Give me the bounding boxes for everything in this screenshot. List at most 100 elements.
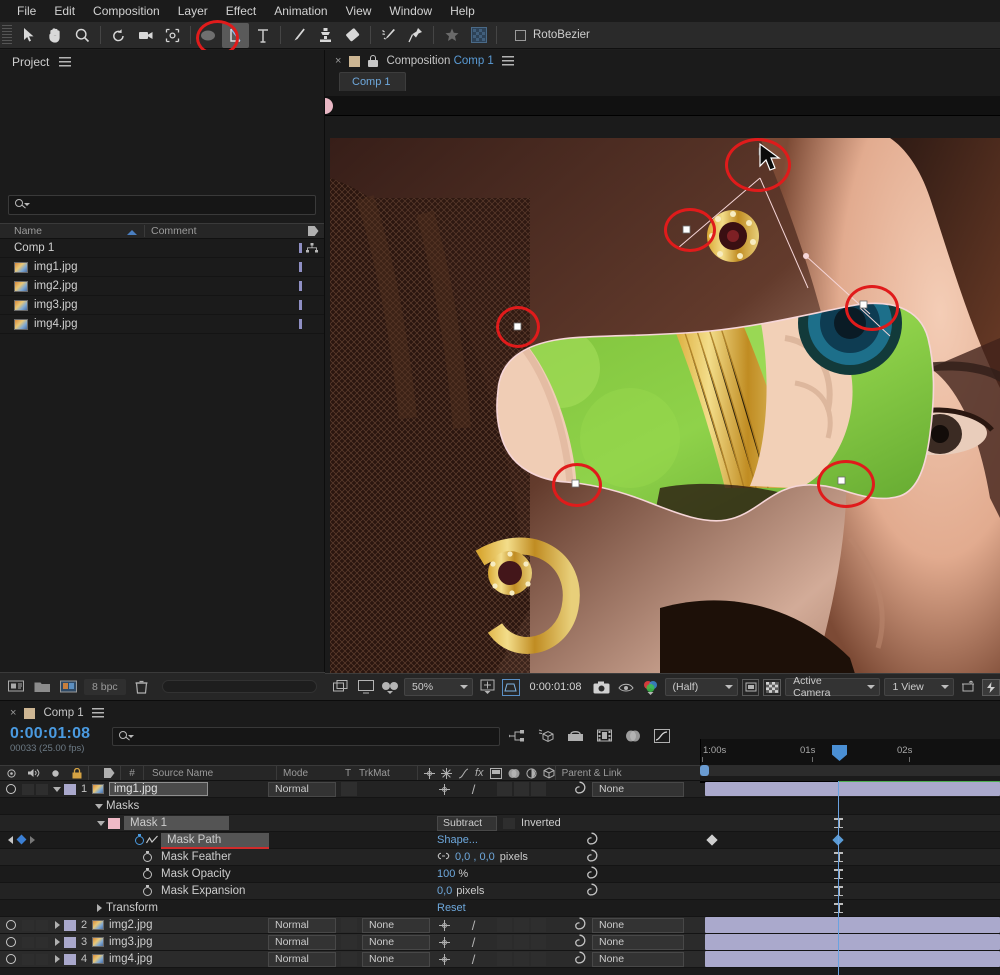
menu-item-layer[interactable]: Layer: [169, 0, 217, 22]
layer-track-matte-box[interactable]: [341, 782, 357, 796]
layer-label-color[interactable]: [64, 936, 76, 948]
layer-3-timeline-track[interactable]: [700, 934, 1000, 951]
toolbar-grip[interactable]: [2, 25, 12, 45]
list-item[interactable]: img4.jpg: [0, 315, 324, 334]
audio-toggle-box[interactable]: [22, 953, 34, 965]
3d-glasses-icon[interactable]: [380, 677, 400, 697]
rotobezier-checkbox[interactable]: [515, 29, 526, 41]
collapse-transformations-icon[interactable]: [437, 783, 452, 795]
bit-depth-label[interactable]: 8 bpc: [84, 678, 126, 695]
list-item[interactable]: Comp 1: [0, 100, 1000, 750]
roto-brush-tool[interactable]: [375, 23, 402, 48]
table-row[interactable]: 2 img2.jpg Normal None / None: [0, 917, 1000, 934]
column-header-label[interactable]: [302, 226, 324, 236]
previous-keyframe-arrow[interactable]: [8, 835, 13, 844]
collapse-transformations-icon[interactable]: [437, 919, 452, 931]
mask-mode-dropdown[interactable]: Subtract: [437, 815, 497, 831]
lock-icon[interactable]: [368, 55, 379, 67]
column-header-source-name[interactable]: Source Name: [144, 768, 276, 779]
video-toggle-icon[interactable]: [0, 954, 22, 964]
camera-tool[interactable]: [132, 23, 159, 48]
layer-blend-mode-dropdown[interactable]: Normal: [268, 917, 336, 933]
motion-blur-switch[interactable]: [514, 952, 529, 966]
layer-label-color[interactable]: [64, 783, 76, 795]
menu-item-edit[interactable]: Edit: [45, 0, 84, 22]
menu-item-window[interactable]: Window: [380, 0, 441, 22]
layer-track-matte-box[interactable]: [341, 935, 357, 949]
work-area-start-handle[interactable]: [700, 765, 709, 776]
layer-4-timeline-track[interactable]: [700, 951, 1000, 968]
quality-switch-icon[interactable]: /: [466, 918, 481, 933]
hide-shy-layers-icon[interactable]: [566, 727, 584, 745]
column-header-mode[interactable]: Mode: [277, 768, 339, 779]
mask-1-label[interactable]: Mask 1: [124, 816, 230, 830]
work-area-bar[interactable]: [700, 765, 1000, 776]
list-item[interactable]: img1.jpg: [0, 258, 324, 277]
close-icon[interactable]: ×: [10, 707, 16, 719]
mask-expansion-stopwatch-icon[interactable]: [142, 885, 153, 897]
layer-source-name[interactable]: img1.jpg: [92, 782, 209, 796]
adjustment-switch[interactable]: [531, 782, 546, 796]
value-graph-icon[interactable]: [145, 835, 158, 846]
audio-toggle-box[interactable]: [22, 936, 34, 948]
quality-switch-icon[interactable]: /: [466, 782, 481, 797]
solo-toggle-box[interactable]: [36, 936, 48, 948]
draft-3d-icon[interactable]: [537, 727, 555, 745]
mask-inverted-checkbox[interactable]: [503, 817, 515, 829]
current-time-indicator-head[interactable]: [832, 745, 847, 761]
rotobezier-option[interactable]: RotoBezier: [515, 29, 590, 41]
grid-icon[interactable]: [465, 23, 492, 48]
magnification-dropdown[interactable]: 50%: [404, 678, 474, 696]
panel-menu-icon[interactable]: [59, 57, 72, 67]
project-search-input[interactable]: [8, 195, 316, 215]
table-row[interactable]: Mask Opacity 100 %: [0, 866, 1000, 883]
quality-switch-icon[interactable]: /: [466, 935, 481, 950]
mask-path-value[interactable]: Shape...: [437, 834, 478, 846]
layer-track-matte-box[interactable]: [341, 918, 357, 932]
layer-name-field[interactable]: img1.jpg: [109, 782, 209, 796]
layer-bar[interactable]: [705, 934, 1000, 950]
layer-expand-triangle[interactable]: [50, 955, 64, 963]
zoom-tool[interactable]: [69, 23, 96, 48]
solo-toggle-box[interactable]: [36, 783, 48, 795]
next-keyframe-arrow[interactable]: [30, 835, 35, 844]
toggle-transparency-grid-icon[interactable]: [741, 678, 760, 696]
delete-icon[interactable]: [132, 678, 152, 696]
menu-item-effect[interactable]: Effect: [217, 0, 265, 22]
transform-expand-triangle[interactable]: [92, 904, 106, 912]
composition-mini-flowchart-icon[interactable]: [508, 727, 526, 745]
view-layout-dropdown[interactable]: 1 View: [884, 678, 954, 696]
timeline-search-input[interactable]: [112, 727, 500, 746]
expression-pickwhip-icon[interactable]: [585, 866, 598, 882]
column-header-parent-link[interactable]: Parent & Link: [556, 768, 656, 779]
layer-trkmat-dropdown[interactable]: None: [362, 934, 430, 950]
mask-expansion-value[interactable]: 0,0 pixels: [437, 885, 484, 897]
keyframe-marker[interactable]: [706, 834, 718, 846]
show-snapshot-icon[interactable]: [616, 677, 636, 697]
layer-source-name[interactable]: img2.jpg: [92, 919, 152, 931]
adjustment-switch[interactable]: [531, 952, 546, 966]
video-toggle-icon[interactable]: [0, 784, 22, 794]
panel-menu-icon[interactable]: [91, 708, 104, 718]
mask-opacity-value[interactable]: 100 %: [437, 868, 468, 880]
viewer-current-time[interactable]: 0:00:01:08: [524, 681, 588, 693]
puppet-pin-tool[interactable]: [402, 23, 429, 48]
layer-bar[interactable]: [705, 951, 1000, 967]
layer-bar[interactable]: [705, 917, 1000, 933]
menu-item-help[interactable]: Help: [441, 0, 484, 22]
camera-dropdown[interactable]: Active Camera: [785, 675, 881, 699]
timeline-ruler[interactable]: 1:00s 01s 02s: [700, 739, 1000, 765]
timeline-tab-label[interactable]: Comp 1: [43, 707, 83, 719]
layer-blend-mode-dropdown[interactable]: Normal: [268, 951, 336, 967]
shape-tool[interactable]: [195, 23, 222, 48]
layer-trkmat-dropdown[interactable]: None: [362, 917, 430, 933]
channels-icon[interactable]: [640, 677, 660, 697]
always-preview-icon[interactable]: [331, 677, 351, 697]
adjustment-switch[interactable]: [531, 918, 546, 932]
layer-trkmat-dropdown[interactable]: None: [362, 951, 430, 967]
motion-blur-switch[interactable]: [514, 935, 529, 949]
enable-motion-blur-icon[interactable]: [624, 727, 642, 745]
keyframe-navigator[interactable]: [8, 834, 35, 845]
masks-expand-triangle[interactable]: [92, 803, 106, 809]
solo-toggle-box[interactable]: [36, 953, 48, 965]
